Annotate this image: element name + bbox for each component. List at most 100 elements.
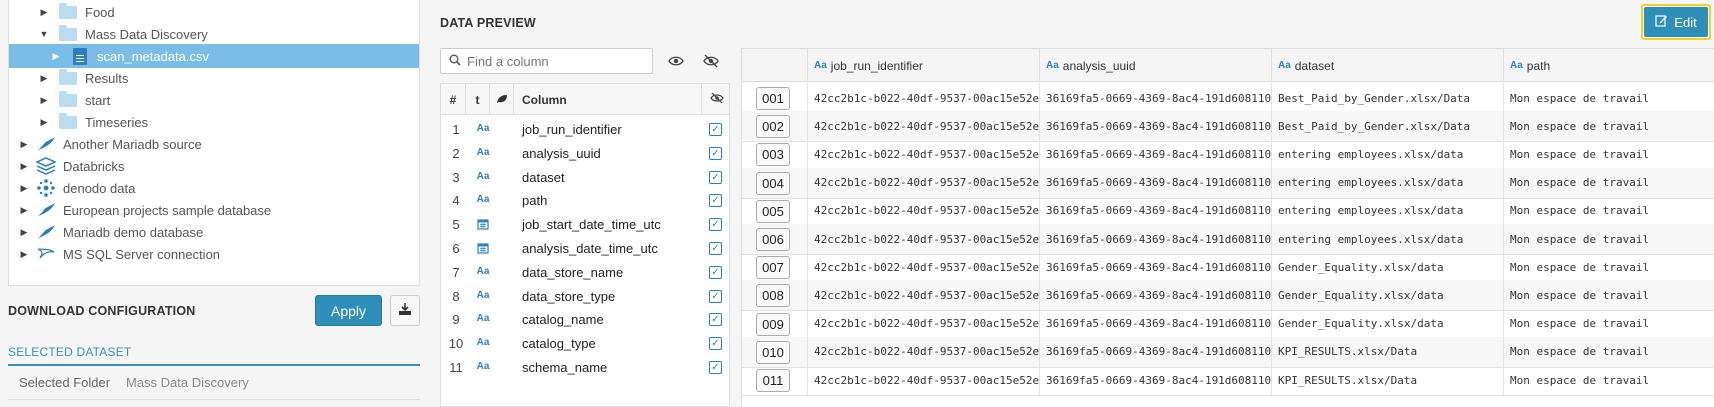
column-list-row[interactable]: 2 Aa analysis_uuid ✓: [441, 141, 729, 167]
caret-right-icon[interactable]: ▶: [17, 161, 31, 172]
tree-item-denodo[interactable]: ▶ denodo data: [17, 176, 135, 200]
table-cell[interactable]: KPI_RESULTS.xlsx/Data: [1272, 365, 1504, 395]
row-number-button[interactable]: 002: [756, 115, 790, 139]
table-cell[interactable]: entering employees.xlsx/data: [1272, 139, 1504, 170]
row-number-button[interactable]: 004: [756, 171, 790, 195]
row-number-button[interactable]: 007: [756, 256, 790, 280]
show-all-columns-icon[interactable]: [666, 52, 686, 70]
table-cell[interactable]: KPI_RESULTS.xlsx/Data: [1272, 336, 1504, 367]
caret-right-icon[interactable]: ▶: [37, 117, 51, 128]
table-cell[interactable]: Gender_Equality.xlsx/data: [1272, 308, 1504, 339]
table-cell[interactable]: Mon espace de travail: [1504, 196, 1714, 226]
caret-right-icon[interactable]: ▶: [37, 73, 51, 84]
column-list-row[interactable]: 7 Aa data_store_name ✓: [441, 260, 729, 286]
tree-item-databricks[interactable]: ▶ Databricks: [17, 154, 124, 178]
tree-item-timeseries[interactable]: ▶ Timeseries: [37, 110, 148, 134]
row-number-button[interactable]: 010: [756, 340, 790, 364]
tree-item-start[interactable]: ▶ start: [37, 88, 110, 112]
caret-right-icon[interactable]: ▶: [37, 7, 51, 18]
tree-item-mariadb-demo[interactable]: ▶ Mariadb demo database: [17, 220, 204, 244]
table-cell[interactable]: 36169fa5-0669-4369-8ac4-191d60811006: [1040, 224, 1272, 254]
caret-right-icon[interactable]: ▶: [17, 139, 31, 150]
caret-right-icon[interactable]: ▶: [17, 183, 31, 194]
hide-all-columns-icon[interactable]: [701, 52, 721, 70]
table-cell[interactable]: 42cc2b1c-b022-40df-9537-00ac15e52ee0: [808, 83, 1040, 113]
tree-item-ms-sql-server[interactable]: ▶ MS SQL Server connection: [17, 242, 221, 266]
tree-item-another-mariadb[interactable]: ▶ Another Mariadb source: [17, 132, 202, 156]
table-cell[interactable]: Mon espace de travail: [1504, 365, 1714, 395]
column-visible-checkbox[interactable]: ✓: [709, 337, 722, 351]
tree-item-mass-data-discovery[interactable]: ▼ Mass Data Discovery: [37, 22, 208, 46]
table-cell[interactable]: Mon espace de travail: [1504, 337, 1714, 367]
table-cell[interactable]: 42cc2b1c-b022-40df-9537-00ac15e52ee0: [808, 308, 1040, 339]
table-cell[interactable]: Gender_Equality.xlsx/data: [1272, 280, 1504, 311]
row-number-button[interactable]: 011: [756, 369, 790, 392]
column-list-row[interactable]: 8 Aa data_store_type ✓: [441, 284, 729, 310]
grid-header-path[interactable]: Aa path: [1504, 49, 1714, 82]
caret-right-icon[interactable]: ▶: [17, 227, 31, 238]
table-cell[interactable]: Mon espace de travail: [1504, 309, 1714, 339]
row-number-button[interactable]: 003: [756, 143, 790, 167]
row-number-button[interactable]: 006: [756, 228, 790, 251]
column-visible-checkbox[interactable]: ✓: [709, 146, 722, 160]
caret-right-icon[interactable]: ▶: [17, 205, 31, 216]
column-list-row[interactable]: 4 Aa path ✓: [441, 188, 729, 214]
table-cell[interactable]: Mon espace de travail: [1504, 111, 1714, 141]
table-cell[interactable]: Mon espace de travail: [1504, 224, 1714, 254]
column-visible-checkbox[interactable]: ✓: [709, 265, 722, 279]
column-visible-checkbox[interactable]: ✓: [709, 170, 722, 184]
table-cell[interactable]: 36169fa5-0669-4369-8ac4-191d60811006: [1040, 252, 1272, 283]
table-cell[interactable]: Mon espace de travail: [1504, 83, 1714, 113]
column-list-row[interactable]: 10 Aa catalog_type ✓: [441, 331, 729, 357]
header-index[interactable]: #: [441, 84, 466, 115]
table-cell[interactable]: 42cc2b1c-b022-40df-9537-00ac15e52ee0: [808, 224, 1040, 254]
table-cell[interactable]: Best_Paid_by_Gender.xlsx/Data: [1272, 111, 1504, 142]
caret-right-icon[interactable]: ▶: [17, 249, 31, 260]
table-cell[interactable]: 42cc2b1c-b022-40df-9537-00ac15e52ee0: [808, 365, 1040, 395]
table-cell[interactable]: entering employees.xlsx/data: [1272, 167, 1504, 198]
tree-item-european-projects[interactable]: ▶ European projects sample database: [17, 198, 272, 222]
grid-header-job-run-identifier[interactable]: Aa job_run_identifier: [808, 49, 1040, 82]
apply-button[interactable]: Apply: [315, 295, 382, 326]
tree-item-results[interactable]: ▶ Results: [37, 66, 128, 90]
column-visible-checkbox[interactable]: ✓: [709, 361, 722, 374]
table-cell[interactable]: 42cc2b1c-b022-40df-9537-00ac15e52ee0: [808, 252, 1040, 283]
table-cell[interactable]: Mon espace de travail: [1504, 280, 1714, 310]
column-list-row[interactable]: 1 Aa job_run_identifier ✓: [441, 117, 729, 143]
header-meaning[interactable]: [490, 84, 514, 115]
grid-header-analysis-uuid[interactable]: Aa analysis_uuid: [1040, 49, 1272, 82]
column-search-input[interactable]: [467, 53, 637, 69]
download-button[interactable]: [390, 295, 420, 326]
row-number-button[interactable]: 001: [756, 87, 790, 110]
table-cell[interactable]: 42cc2b1c-b022-40df-9537-00ac15e52ee0: [808, 195, 1040, 226]
header-visibility[interactable]: [702, 84, 729, 115]
column-list-row[interactable]: 3 Aa dataset ✓: [441, 165, 729, 191]
table-cell[interactable]: Mon espace de travail: [1504, 168, 1714, 198]
column-visible-checkbox[interactable]: ✓: [709, 123, 722, 136]
column-visible-checkbox[interactable]: ✓: [709, 242, 722, 255]
table-cell[interactable]: Mon espace de travail: [1504, 139, 1714, 169]
column-list-row[interactable]: 9 Aa catalog_name ✓: [441, 307, 729, 333]
table-cell[interactable]: 42cc2b1c-b022-40df-9537-00ac15e52ee0: [808, 336, 1040, 367]
row-number-button[interactable]: 008: [756, 284, 790, 308]
table-cell[interactable]: Best_Paid_by_Gender.xlsx/Data: [1272, 83, 1504, 113]
column-visible-checkbox[interactable]: ✓: [709, 313, 722, 327]
grid-header-dataset[interactable]: Aa dataset: [1272, 49, 1504, 82]
table-cell[interactable]: 36169fa5-0669-4369-8ac4-191d60811006: [1040, 83, 1272, 113]
column-visible-checkbox[interactable]: ✓: [709, 194, 722, 208]
column-visible-checkbox[interactable]: ✓: [709, 289, 722, 303]
table-cell[interactable]: 36169fa5-0669-4369-8ac4-191d60811006: [1040, 111, 1272, 142]
header-type[interactable]: t: [466, 84, 490, 115]
table-cell[interactable]: 36169fa5-0669-4369-8ac4-191d60811006: [1040, 365, 1272, 395]
column-search[interactable]: [440, 48, 653, 74]
tree-item-scan-metadata[interactable]: ▶ scan_metadata.csv: [9, 44, 419, 68]
column-visible-checkbox[interactable]: ✓: [709, 218, 722, 232]
caret-right-icon[interactable]: ▶: [37, 95, 51, 106]
row-number-button[interactable]: 005: [756, 199, 790, 223]
table-cell[interactable]: 36169fa5-0669-4369-8ac4-191d60811006: [1040, 280, 1272, 311]
table-cell[interactable]: 36169fa5-0669-4369-8ac4-191d60811006: [1040, 336, 1272, 367]
table-cell[interactable]: 42cc2b1c-b022-40df-9537-00ac15e52ee0: [808, 111, 1040, 142]
tree-item-food[interactable]: ▶ Food: [37, 0, 115, 24]
source-tree[interactable]: ▶ Food ▼ Mass Data Discovery ▶ scan_meta…: [8, 0, 420, 286]
table-cell[interactable]: 36169fa5-0669-4369-8ac4-191d60811006: [1040, 195, 1272, 226]
